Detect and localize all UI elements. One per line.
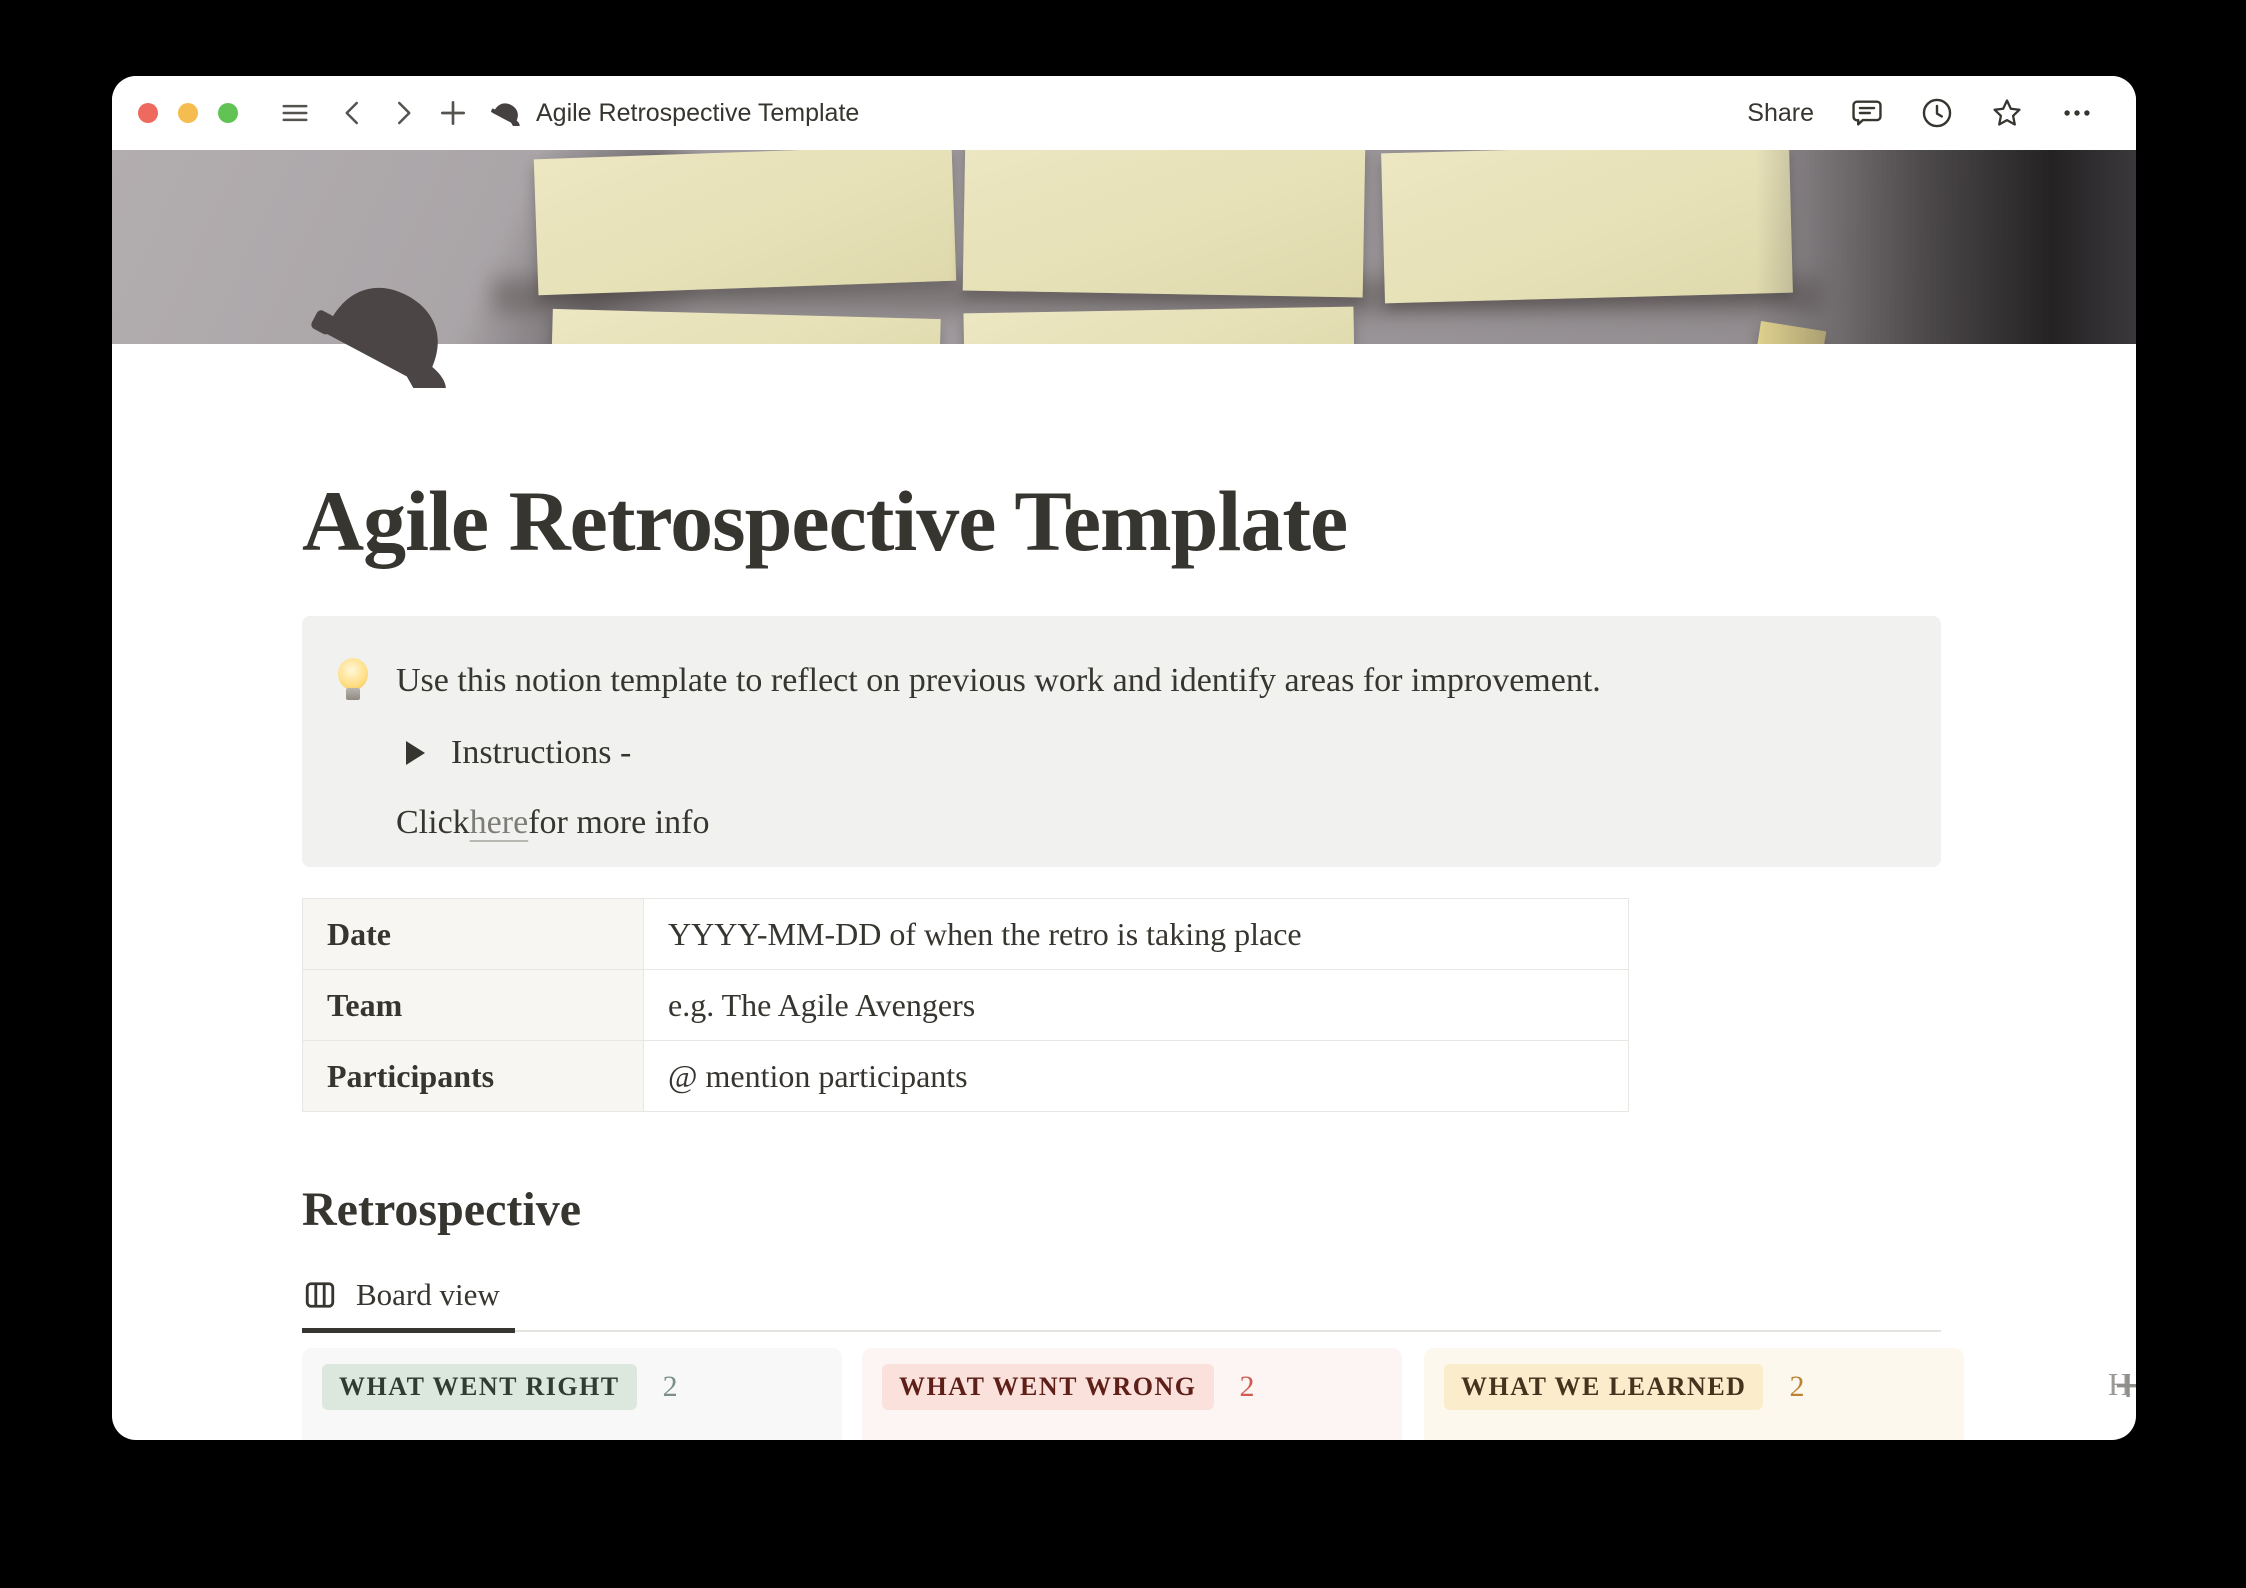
column-count: 2 bbox=[1789, 1370, 1804, 1404]
sticky-note bbox=[1381, 150, 1793, 303]
add-group-button[interactable]: + bbox=[2106, 1365, 2136, 1409]
window-title: Agile Retrospective Template bbox=[536, 99, 859, 128]
page-title: Agile Retrospective Template bbox=[302, 474, 1347, 569]
callout-line-1: Use this notion template to reflect on p… bbox=[336, 658, 1601, 704]
view-tab-board[interactable]: Board view bbox=[302, 1272, 500, 1318]
instructions-toggle[interactable]: Instructions - bbox=[406, 734, 631, 772]
toggle-triangle-icon[interactable] bbox=[406, 741, 425, 765]
board-column-what-we-learned[interactable]: WHAT WE LEARNED 2 bbox=[1424, 1348, 1964, 1440]
property-value-date[interactable]: YYYY-MM-DD of when the retro is taking p… bbox=[644, 899, 1629, 970]
cap-page-icon bbox=[490, 96, 524, 130]
column-count: 2 bbox=[1240, 1370, 1255, 1404]
sticky-note bbox=[963, 150, 1366, 297]
more-ellipsis-icon[interactable] bbox=[2060, 96, 2094, 130]
property-value-team[interactable]: e.g. The Agile Avengers bbox=[644, 970, 1629, 1041]
column-title-pill[interactable]: WHAT WENT WRONG bbox=[882, 1364, 1214, 1410]
column-title-pill[interactable]: WHAT WE LEARNED bbox=[1444, 1364, 1763, 1410]
cover-dark-edge bbox=[1756, 150, 2136, 344]
toggle-label: Instructions - bbox=[451, 734, 631, 772]
close-window-button[interactable] bbox=[138, 103, 158, 123]
desktop-background: Agile Retrospective Template Share bbox=[0, 0, 2246, 1588]
callout-line-3: Click here for more info bbox=[396, 804, 709, 842]
page-icon-cap[interactable] bbox=[308, 276, 468, 388]
sticky-note bbox=[963, 307, 1354, 344]
zoom-window-button[interactable] bbox=[218, 103, 238, 123]
history-clock-icon[interactable] bbox=[1920, 96, 1954, 130]
board-column-what-went-right[interactable]: WHAT WENT RIGHT 2 bbox=[302, 1348, 842, 1440]
callout-block: Use this notion template to reflect on p… bbox=[302, 616, 1941, 867]
new-tab-icon[interactable] bbox=[436, 96, 470, 130]
more-info-text: for more info bbox=[528, 804, 709, 842]
forward-icon[interactable] bbox=[386, 96, 420, 130]
back-icon[interactable] bbox=[336, 96, 370, 130]
table-row: Participants @ mention participants bbox=[303, 1041, 1629, 1112]
callout-text: Use this notion template to reflect on p… bbox=[396, 662, 1601, 700]
board-view-tab-label: Board view bbox=[356, 1277, 500, 1313]
here-link[interactable]: here bbox=[470, 804, 529, 842]
board-column-what-went-wrong[interactable]: WHAT WENT WRONG 2 bbox=[862, 1348, 1402, 1440]
minimize-window-button[interactable] bbox=[178, 103, 198, 123]
notion-window: Agile Retrospective Template Share bbox=[112, 76, 2136, 1440]
titlebar-actions: Share bbox=[1747, 96, 2094, 130]
column-count: 2 bbox=[663, 1370, 678, 1404]
board-view: WHAT WENT RIGHT 2 WHAT WENT WRONG 2 WHAT… bbox=[302, 1348, 2136, 1440]
sticky-note bbox=[551, 309, 940, 344]
table-row: Date YYYY-MM-DD of when the retro is tak… bbox=[303, 899, 1629, 970]
share-button[interactable]: Share bbox=[1747, 99, 1814, 128]
titlebar: Agile Retrospective Template Share bbox=[112, 76, 2136, 150]
table-row: Team e.g. The Agile Avengers bbox=[303, 970, 1629, 1041]
active-tab-indicator bbox=[302, 1328, 515, 1333]
property-table: Date YYYY-MM-DD of when the retro is tak… bbox=[302, 898, 1629, 1112]
property-label-team[interactable]: Team bbox=[303, 970, 644, 1041]
click-text: Click bbox=[396, 804, 470, 842]
board-view-icon bbox=[302, 1277, 338, 1313]
property-label-participants[interactable]: Participants bbox=[303, 1041, 644, 1112]
section-heading: Retrospective bbox=[302, 1182, 581, 1237]
light-bulb-icon bbox=[336, 658, 370, 704]
comment-icon[interactable] bbox=[1850, 96, 1884, 130]
sticky-note bbox=[534, 150, 956, 295]
favorite-star-icon[interactable] bbox=[1990, 96, 2024, 130]
hamburger-icon[interactable] bbox=[278, 96, 312, 130]
property-label-date[interactable]: Date bbox=[303, 899, 644, 970]
traffic-lights bbox=[138, 103, 238, 123]
tab-divider bbox=[302, 1330, 1941, 1332]
column-title-pill[interactable]: WHAT WENT RIGHT bbox=[322, 1364, 637, 1410]
property-value-participants[interactable]: @ mention participants bbox=[644, 1041, 1629, 1112]
